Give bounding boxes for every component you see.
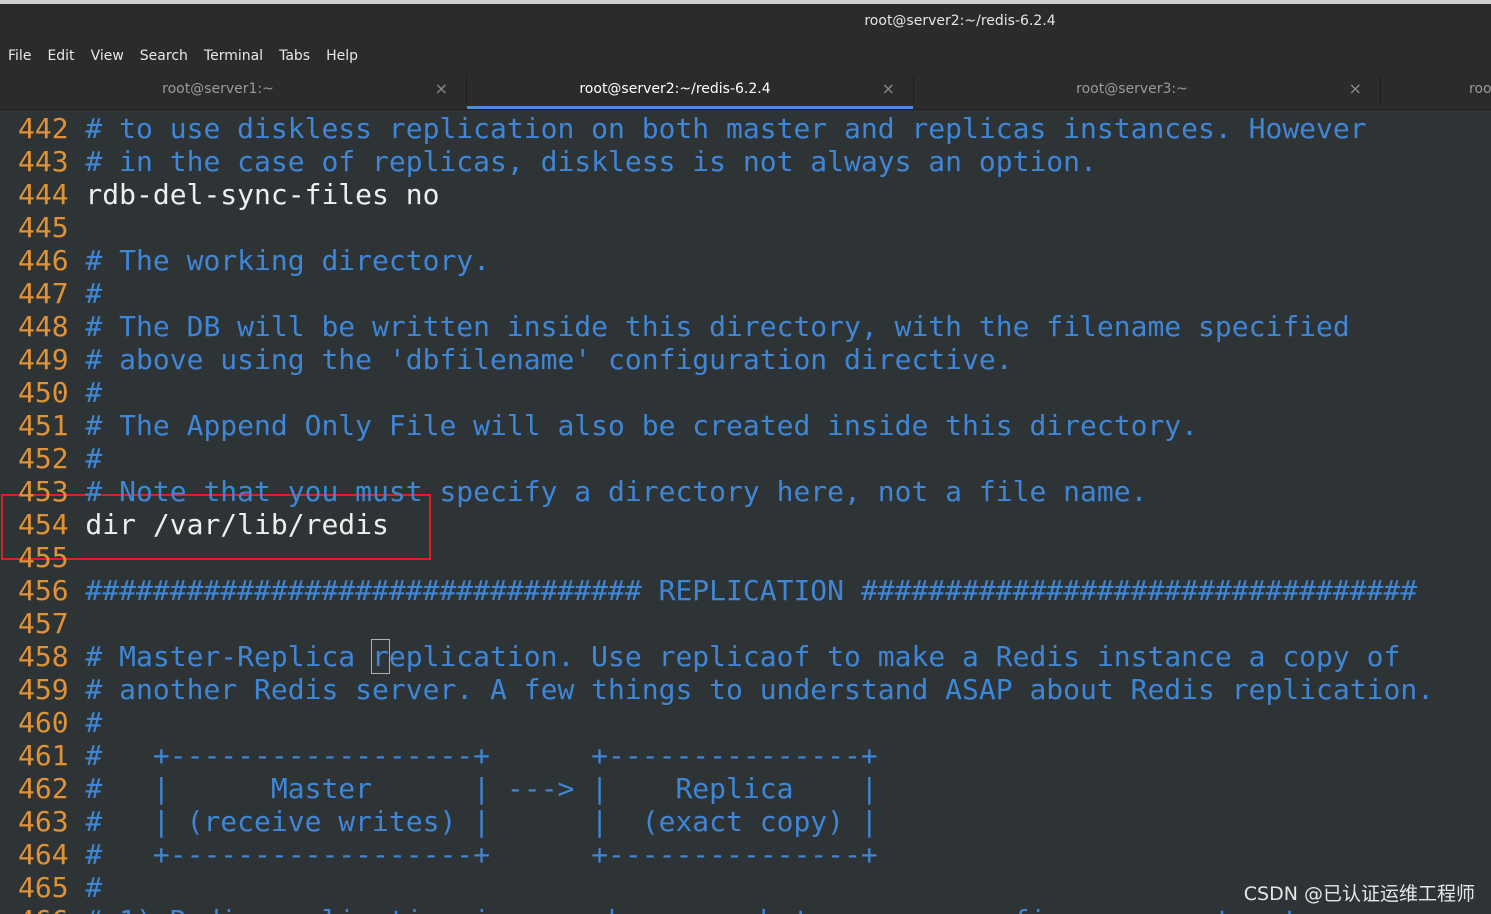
line-number: 443 — [18, 145, 69, 178]
terminal-line: 442 # to use diskless replication on bot… — [18, 112, 1367, 145]
terminal-line: 457 — [18, 607, 69, 640]
line-number: 451 — [18, 409, 69, 442]
line-number: 461 — [18, 739, 69, 772]
line-text: # above using the 'dbfilename' configura… — [68, 343, 1013, 376]
line-number: 458 — [18, 640, 69, 673]
menu-tabs[interactable]: Tabs — [279, 48, 310, 64]
close-icon[interactable]: × — [435, 79, 448, 98]
terminal-content[interactable]: 442 # to use diskless replication on bot… — [0, 110, 1491, 914]
line-text: # Master-Replica — [68, 640, 373, 673]
terminal-line: 447 # — [18, 277, 102, 310]
line-number: 463 — [18, 805, 69, 838]
menu-search[interactable]: Search — [140, 48, 188, 64]
watermark: CSDN @已认证运维工程师 — [1243, 883, 1475, 905]
line-number: 450 — [18, 376, 69, 409]
line-number: 442 — [18, 112, 69, 145]
terminal-line: 466 # 1) Redis replication is asynchrono… — [18, 904, 1316, 914]
line-text: dir /var/lib/redis — [68, 508, 389, 541]
terminal-line: 449 # above using the 'dbfilename' confi… — [18, 343, 1013, 376]
line-number: 449 — [18, 343, 69, 376]
line-text: ################################# REPLIC… — [68, 574, 1418, 607]
line-text: # Note that you must specify a directory… — [68, 475, 1148, 508]
menu-edit[interactable]: Edit — [47, 48, 74, 64]
line-number: 462 — [18, 772, 69, 805]
line-number: 454 — [18, 508, 69, 541]
line-number: 445 — [18, 211, 69, 244]
terminal-line: 458 # Master-Replica replication. Use re… — [18, 639, 1401, 674]
line-text: # The DB will be written inside this dir… — [68, 310, 1350, 343]
line-number: 464 — [18, 838, 69, 871]
line-text: # 1) Redis replication is asynchronous, … — [69, 904, 1316, 914]
line-number: 448 — [18, 310, 69, 343]
tab-server1-label: root@server1:~ — [162, 81, 274, 97]
terminal-line: 452 # — [18, 442, 102, 475]
line-text: # — [68, 277, 103, 310]
line-number: 460 — [18, 706, 69, 739]
terminal-line: 456 ################################# RE… — [18, 574, 1417, 607]
terminal-window: root@server2:~/redis-6.2.4 File Edit Vie… — [0, 0, 1491, 914]
tab-server3-label: root@server3:~ — [1076, 81, 1188, 97]
line-text: # +------------------+ +---------------+ — [68, 838, 878, 871]
title-bar: root@server2:~/redis-6.2.4 — [0, 0, 1491, 42]
terminal-line: 459 # another Redis server. A few things… — [18, 673, 1434, 706]
line-text: # — [68, 871, 103, 904]
line-text: # to use diskless replication on both ma… — [68, 112, 1367, 145]
close-icon[interactable]: × — [882, 79, 895, 98]
terminal-line: 444 rdb-del-sync-files no — [18, 178, 439, 211]
line-number: 466 — [18, 904, 69, 914]
menu-help[interactable]: Help — [326, 48, 358, 64]
line-text: # — [68, 706, 103, 739]
tab-overflow[interactable]: roo — [1381, 70, 1491, 109]
text-cursor: r — [371, 639, 390, 674]
line-number: 447 — [18, 277, 69, 310]
terminal-line: 446 # The working directory. — [18, 244, 490, 277]
tab-server1[interactable]: root@server1:~ × — [0, 70, 466, 109]
line-text: # | Master | ---> | Replica | — [68, 772, 878, 805]
menu-bar: File Edit View Search Terminal Tabs Help — [0, 42, 1491, 70]
tab-server3[interactable]: root@server3:~ × — [914, 70, 1380, 109]
menu-file[interactable]: File — [8, 48, 31, 64]
tab-server2[interactable]: root@server2:~/redis-6.2.4 × — [467, 70, 913, 109]
tab-server2-label: root@server2:~/redis-6.2.4 — [579, 81, 771, 97]
line-number: 456 — [18, 574, 69, 607]
terminal-line: 465 # — [18, 871, 102, 904]
line-number: 457 — [18, 607, 69, 640]
line-text: rdb-del-sync-files no — [68, 178, 440, 211]
menu-terminal[interactable]: Terminal — [204, 48, 263, 64]
terminal-line: 460 # — [18, 706, 102, 739]
terminal-line: 450 # — [18, 376, 102, 409]
terminal-line: 464 # +------------------+ +------------… — [18, 838, 878, 871]
line-number: 455 — [18, 541, 69, 574]
terminal-line: 455 — [18, 541, 69, 574]
terminal-line: 453 # Note that you must specify a direc… — [18, 475, 1147, 508]
terminal-line: 448 # The DB will be written inside this… — [18, 310, 1350, 343]
line-number: 453 — [18, 475, 69, 508]
line-number: 459 — [18, 673, 69, 706]
line-number: 444 — [18, 178, 69, 211]
line-text: # in the case of replicas, diskless is n… — [68, 145, 1097, 178]
terminal-line: 463 # | (receive writes) | | (exact copy… — [18, 805, 878, 838]
line-text: # +------------------+ +---------------+ — [68, 739, 878, 772]
line-text: # The Append Only File will also be crea… — [68, 409, 1199, 442]
line-text: eplication. Use replicaof to make a Redi… — [388, 640, 1401, 673]
line-text: # — [68, 442, 103, 475]
terminal-line: 462 # | Master | ---> | Replica | — [18, 772, 878, 805]
terminal-line: 445 — [18, 211, 69, 244]
close-icon[interactable]: × — [1349, 79, 1362, 98]
window-title: root@server2:~/redis-6.2.4 — [864, 13, 1056, 29]
tab-overflow-label: roo — [1469, 81, 1491, 97]
line-number: 452 — [18, 442, 69, 475]
tab-bar: root@server1:~ × root@server2:~/redis-6.… — [0, 70, 1491, 110]
terminal-line: 461 # +------------------+ +------------… — [18, 739, 878, 772]
line-number: 465 — [18, 871, 69, 904]
line-text: # | (receive writes) | | (exact copy) | — [68, 805, 878, 838]
menu-view[interactable]: View — [91, 48, 124, 64]
line-text: # another Redis server. A few things to … — [68, 673, 1435, 706]
line-number: 446 — [18, 244, 69, 277]
terminal-line: 451 # The Append Only File will also be … — [18, 409, 1198, 442]
terminal-line: 454 dir /var/lib/redis — [18, 508, 389, 541]
line-text: # The working directory. — [68, 244, 491, 277]
terminal-line: 443 # in the case of replicas, diskless … — [18, 145, 1097, 178]
line-text: # — [68, 376, 103, 409]
